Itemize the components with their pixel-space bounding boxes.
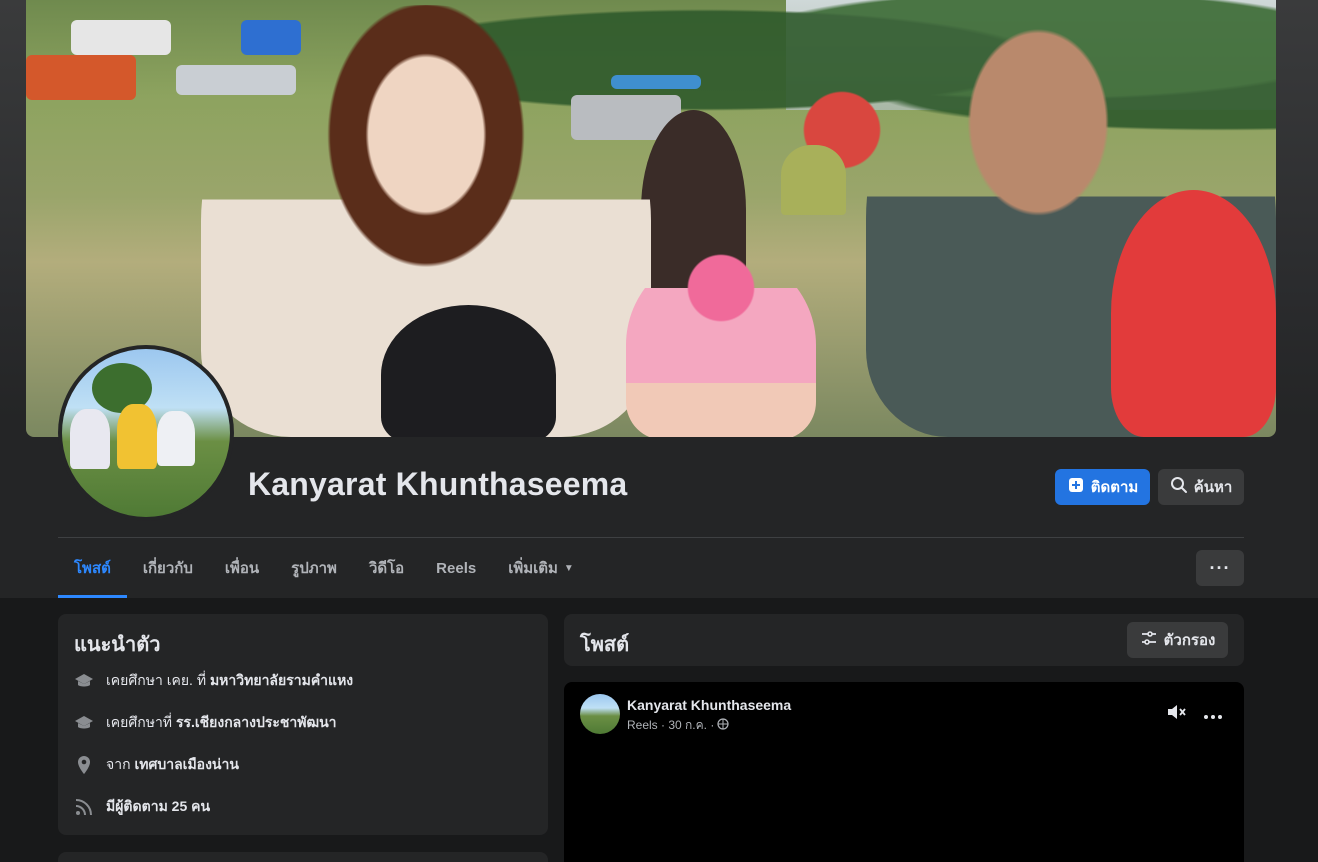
cover-person-child-hat: [626, 250, 816, 437]
search-icon: [1170, 476, 1188, 498]
post-meta-text: Reels · 30 ก.ค. ·: [627, 718, 715, 732]
follow-icon: [1067, 476, 1085, 498]
post-author[interactable]: Kanyarat Khunthaseema: [627, 697, 791, 713]
intro-text: เคยศึกษา เคย. ที่: [106, 672, 210, 688]
follow-button[interactable]: ติดตาม: [1055, 469, 1150, 505]
tab-label: เพิ่มเติม: [508, 560, 558, 577]
caret-down-icon: ▼: [563, 562, 574, 574]
graduation-cap-icon: [74, 713, 94, 733]
tab-posts[interactable]: โพสต์: [58, 538, 127, 598]
post-controls: [1166, 702, 1222, 727]
intro-link[interactable]: รร.เชียงกลางประชาพัฒนา: [176, 714, 337, 730]
avatar-image: [62, 349, 230, 517]
follow-label: ติดตาม: [1090, 479, 1139, 496]
rss-icon: [74, 797, 94, 817]
tab-label: Reels: [436, 559, 477, 577]
cover-tent: [781, 145, 846, 215]
intro-item-hometown: จาก เทศบาลเมืองน่าน: [74, 754, 239, 776]
tab-reels[interactable]: Reels: [420, 538, 492, 598]
intro-title: แนะนำตัว: [74, 634, 161, 656]
tab-about[interactable]: เกี่ยวกับ: [127, 538, 209, 598]
intro-card: แนะนำตัว เคยศึกษา เคย. ที่ มหาวิทยาลัยรา…: [58, 614, 548, 835]
tab-label: เกี่ยวกับ: [142, 560, 193, 577]
tab-videos[interactable]: วิดีโอ: [353, 538, 420, 598]
more-options-button[interactable]: ···: [1196, 550, 1244, 586]
ellipsis-icon: ···: [1209, 557, 1231, 578]
avatar-person: [70, 409, 110, 469]
profile-tabs: โพสต์ เกี่ยวกับ เพื่อน รูปภาพ วิดีโอ Ree…: [58, 538, 590, 598]
avatar-person: [157, 411, 195, 466]
tab-more[interactable]: เพิ่มเติม ▼: [492, 538, 590, 598]
post-more-icon[interactable]: [1204, 706, 1222, 724]
posts-title: โพสต์: [580, 634, 630, 656]
mute-icon[interactable]: [1166, 702, 1188, 727]
tab-friends[interactable]: เพื่อน: [209, 538, 275, 598]
post-avatar[interactable]: [580, 694, 620, 734]
globe-icon[interactable]: [717, 718, 729, 733]
cover-person-child: [381, 305, 556, 437]
intro-link[interactable]: มหาวิทยาลัยรามคำแหง: [210, 672, 353, 688]
filter-label: ตัวกรอง: [1163, 632, 1216, 649]
posts-header: โพสต์ ตัวกรอง: [564, 614, 1244, 666]
filter-button[interactable]: ตัวกรอง: [1127, 622, 1228, 658]
profile-avatar[interactable]: [58, 345, 234, 521]
tab-label: เพื่อน: [224, 560, 260, 577]
intro-item-education: เคยศึกษา เคย. ที่ มหาวิทยาลัยรามคำแหง: [74, 670, 353, 692]
tab-label: วิดีโอ: [368, 560, 405, 577]
photos-card: [58, 852, 548, 862]
post-meta: Reels · 30 ก.ค. ·: [627, 716, 729, 735]
intro-text: เคยศึกษาที่: [106, 714, 176, 730]
cover-red-jacket: [1111, 190, 1276, 437]
cover-photo[interactable]: [26, 0, 1276, 437]
cover-car: [26, 55, 136, 100]
intro-item-followers: มีผู้ติดตาม 25 คน: [74, 796, 210, 818]
intro-text: จาก: [106, 756, 135, 772]
cover-car: [71, 20, 171, 55]
tab-label: โพสต์: [74, 560, 111, 577]
avatar-person: [117, 404, 157, 469]
search-label: ค้นหา: [1193, 479, 1233, 496]
tab-photos[interactable]: รูปภาพ: [275, 538, 353, 598]
location-pin-icon: [74, 755, 94, 775]
filter-icon: [1140, 629, 1158, 651]
tab-label: รูปภาพ: [291, 560, 337, 577]
intro-item-school: เคยศึกษาที่ รร.เชียงกลางประชาพัฒนา: [74, 712, 337, 734]
profile-name: Kanyarat Khunthaseema: [248, 466, 628, 502]
graduation-cap-icon: [74, 671, 94, 691]
cover-canopy: [611, 75, 701, 89]
post-card: Kanyarat Khunthaseema Reels · 30 ก.ค. ·: [564, 682, 1244, 862]
search-button[interactable]: ค้นหา: [1158, 469, 1244, 505]
followers-link[interactable]: มีผู้ติดตาม 25 คน: [106, 798, 210, 814]
intro-link[interactable]: เทศบาลเมืองน่าน: [134, 756, 239, 772]
